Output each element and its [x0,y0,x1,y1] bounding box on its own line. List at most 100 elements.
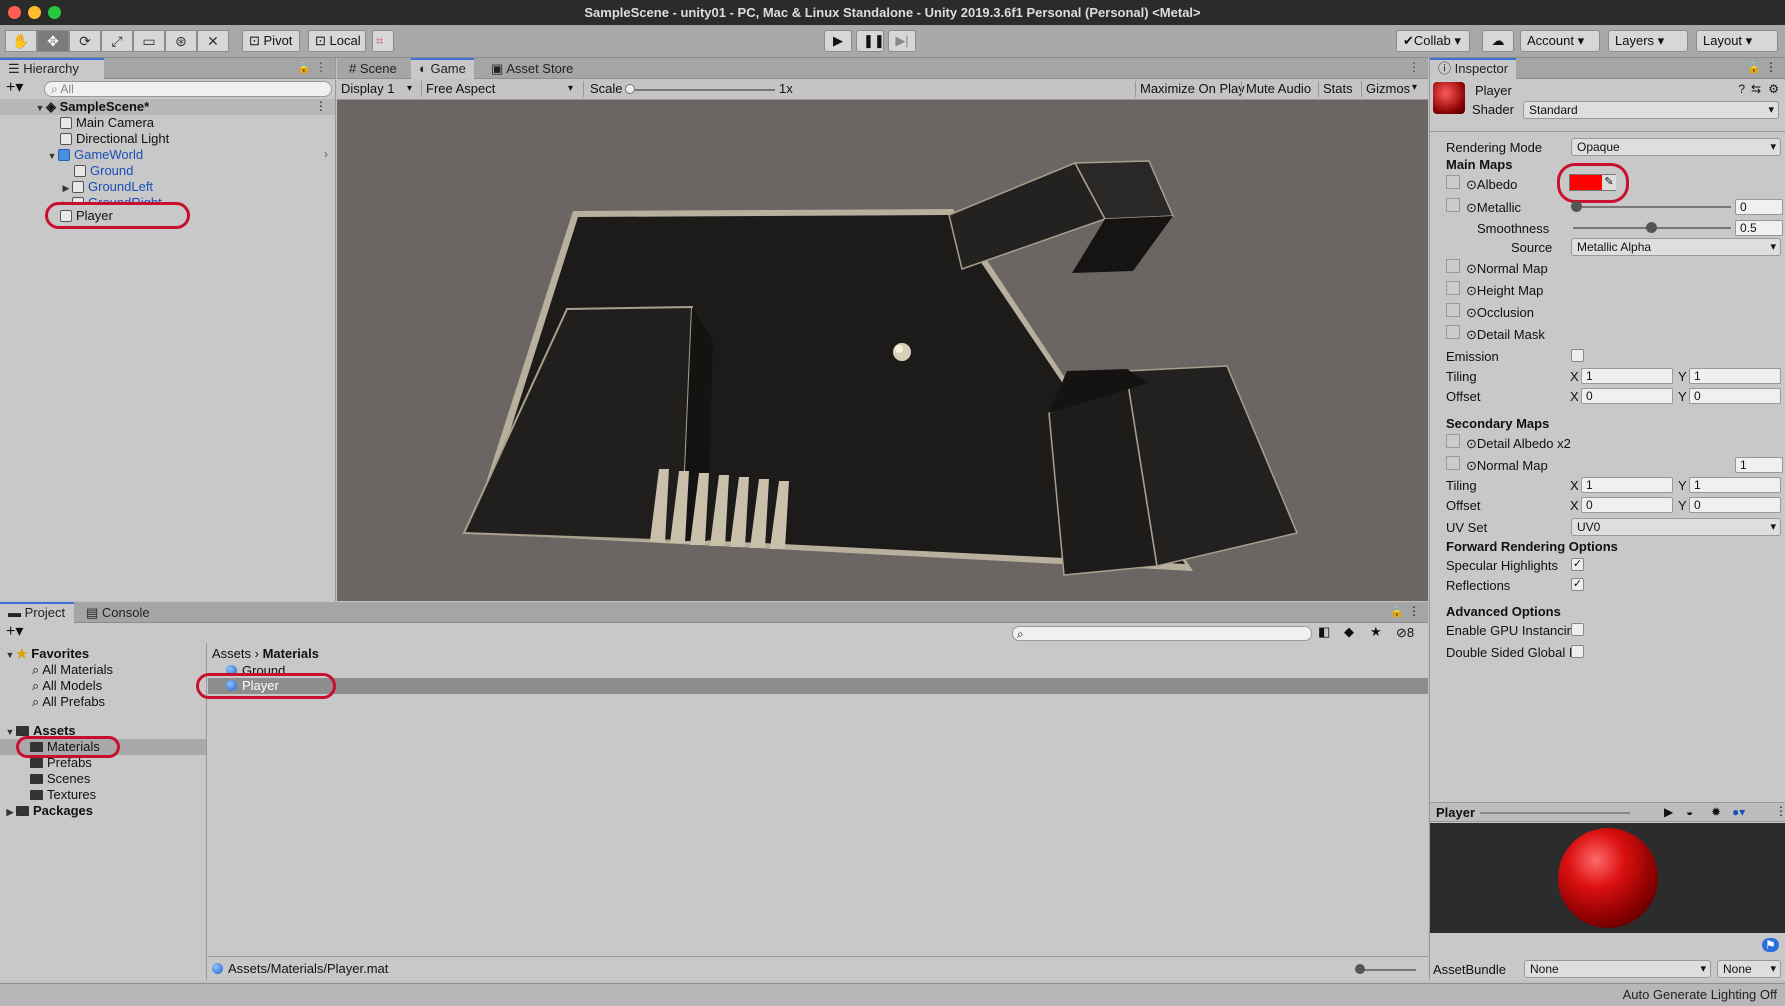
favorites-header[interactable]: ▼ ★ Favorites [4,646,90,662]
favorite-star-icon[interactable]: ★ [1370,624,1382,640]
cloud-icon[interactable]: ☁ [1482,30,1514,52]
hierarchy-search-input[interactable]: ⌕ All [44,81,332,97]
offset-y-field[interactable]: 0 [1689,388,1781,404]
create-add-icon[interactable]: +▾ [6,79,23,97]
tab-hierarchy[interactable]: ☰ Hierarchy [0,58,104,79]
layers-dropdown[interactable]: Layers ▾ [1608,30,1688,52]
gpu-instancing-checkbox[interactable] [1571,623,1584,636]
detail-albedo-texture-slot[interactable] [1446,434,1460,448]
game-viewport[interactable] [337,101,1428,601]
tab-console[interactable]: ▤ Console [78,602,158,623]
create-add-icon[interactable]: +▾ [6,623,23,641]
breadcrumb-assets[interactable]: Assets [212,646,251,661]
step-button[interactable]: ▶| [888,30,916,52]
custom-tool-icon[interactable]: ✕ [197,30,229,52]
tiling-x-field[interactable]: 1 [1581,368,1673,384]
icon-size-slider-thumb[interactable] [1355,964,1365,974]
icon-size-slider-track[interactable] [1358,969,1416,971]
secondary-normal-scale-field[interactable]: 1 [1735,457,1783,473]
tiling-y-field[interactable]: 1 [1689,368,1781,384]
hierarchy-item-groundleft[interactable]: ▶ GroundLeft [60,179,154,195]
lock-icon[interactable]: 🔒 [1747,61,1761,74]
emission-checkbox[interactable] [1571,349,1584,362]
metallic-slider-track[interactable] [1573,206,1731,208]
mute-audio-toggle[interactable]: Mute Audio [1241,81,1311,97]
gizmos-toggle[interactable]: Gizmos [1361,81,1410,97]
snap-icon[interactable]: ⌗ [372,30,394,52]
smoothness-slider-thumb[interactable] [1646,222,1657,233]
filter-by-label-icon[interactable]: ◆ [1344,624,1354,640]
rect-tool-icon[interactable]: ▭ [133,30,165,52]
scale-slider-track[interactable] [627,89,775,91]
scene-menu-icon[interactable]: ⋮ [315,99,327,113]
favorite-all-materials[interactable]: ⌕ All Materials [32,662,113,678]
zoom-window-button[interactable] [48,6,61,19]
hierarchy-item-directional-light[interactable]: Directional Light [60,131,169,147]
panel-menu-icon[interactable]: ⋮ [315,60,327,74]
preview-drag-handle[interactable] [1480,812,1630,814]
preset-icon[interactable]: ⇆ [1751,82,1761,96]
display-dropdown[interactable]: Display 1 ▾ [341,81,417,97]
panel-menu-icon[interactable]: ⋮ [1765,60,1777,74]
tiling2-y-field[interactable]: 1 [1689,477,1781,493]
collab-dropdown[interactable]: ✔Collab ▾ [1396,30,1470,52]
layout-dropdown[interactable]: Layout ▾ [1696,30,1778,52]
offset-x-field[interactable]: 0 [1581,388,1673,404]
pause-button[interactable]: ❚❚ [856,30,884,52]
tab-scene[interactable]: # Scene [341,58,405,79]
shader-dropdown[interactable]: Standard [1523,101,1779,119]
transform-tool-icon[interactable]: ⊛ [165,30,197,52]
preview-shape-icon[interactable]: ●▾ [1732,805,1745,819]
light-icon[interactable]: ✹ [1711,805,1721,819]
lighting-status[interactable]: Auto Generate Lighting Off [1623,987,1777,1003]
move-tool-icon[interactable]: ✥ [37,30,69,52]
account-dropdown[interactable]: Account ▾ [1520,30,1600,52]
tiling2-x-field[interactable]: 1 [1581,477,1673,493]
lock-icon[interactable]: 🔒 [297,61,311,74]
aspect-dropdown[interactable]: Free Aspect ▾ [421,81,579,97]
height-map-texture-slot[interactable] [1446,281,1460,295]
occlusion-texture-slot[interactable] [1446,303,1460,317]
scale-tool-icon[interactable]: ⤢ [101,30,133,52]
minimize-window-button[interactable] [28,6,41,19]
material-preview[interactable] [1430,823,1785,933]
packages-folder[interactable]: ▶ Packages [4,803,93,819]
hidden-count-badge[interactable]: ⊘8 [1396,625,1414,641]
lock-icon[interactable]: 🔒 [1390,605,1404,618]
panel-menu-icon[interactable]: ⋮ [1408,604,1420,618]
gizmos-dropdown-arrow-icon[interactable]: ▾ [1412,82,1417,93]
hierarchy-item-main-camera[interactable]: Main Camera [60,115,154,131]
chevron-right-icon[interactable]: › [324,147,328,161]
help-icon[interactable]: ? [1738,82,1745,96]
rotate-tool-icon[interactable]: ⟳ [69,30,101,52]
pivot-toggle[interactable]: ⊡ Pivot [242,30,300,52]
reflections-checkbox[interactable]: ✓ [1571,578,1584,591]
filter-by-type-icon[interactable]: ◧ [1318,624,1330,640]
assetbundle-variant-dropdown[interactable]: None [1717,960,1781,978]
specular-checkbox[interactable]: ✓ [1571,558,1584,571]
tag-icon[interactable]: ⚑ [1762,938,1779,952]
tab-asset-store[interactable]: ▣ Asset Store [483,58,581,79]
tab-inspector[interactable]: ⓘ Inspector [1430,58,1516,79]
favorite-all-models[interactable]: ⌕ All Models [32,678,102,694]
scene-row[interactable]: ▼ ◈ SampleScene* ⋮ [0,99,335,115]
hand-tool-icon[interactable]: ✋ [5,30,37,52]
close-window-button[interactable] [8,6,21,19]
stats-toggle[interactable]: Stats [1318,81,1353,97]
source-dropdown[interactable]: Metallic Alpha [1571,238,1781,256]
secondary-normal-texture-slot[interactable] [1446,456,1460,470]
scale-slider-thumb[interactable] [625,84,635,94]
detail-mask-texture-slot[interactable] [1446,325,1460,339]
offset2-x-field[interactable]: 0 [1581,497,1673,513]
project-search-input[interactable]: ⌕ [1012,626,1312,641]
gear-icon[interactable]: ⚙ [1768,82,1779,96]
hierarchy-item-gameworld[interactable]: ▼ GameWorld [46,147,144,163]
play-preview-icon[interactable]: ▶ [1664,805,1673,819]
normal-map-texture-slot[interactable] [1446,259,1460,273]
rendering-mode-dropdown[interactable]: Opaque [1571,138,1781,156]
folder-textures[interactable]: Textures [30,787,96,803]
local-toggle[interactable]: ⊡ Local [308,30,366,52]
maximize-on-play-toggle[interactable]: Maximize On Play [1135,81,1245,97]
favorite-all-prefabs[interactable]: ⌕ All Prefabs [32,694,105,710]
albedo-texture-slot[interactable] [1446,175,1460,189]
